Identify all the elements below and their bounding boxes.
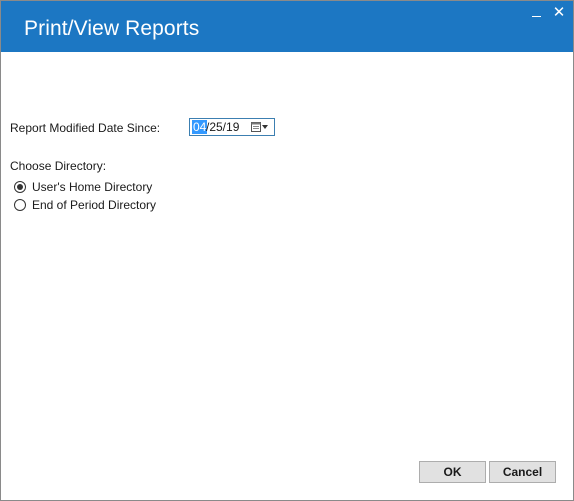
- window-title: Print/View Reports: [24, 17, 200, 40]
- cancel-button[interactable]: Cancel: [489, 461, 556, 483]
- report-modified-date-picker[interactable]: 04 /25/19: [189, 118, 275, 136]
- radio-button-unchecked[interactable]: [14, 199, 26, 211]
- calendar-icon: [251, 122, 261, 132]
- calendar-dropdown-button[interactable]: [250, 120, 272, 134]
- radio-button-checked[interactable]: [14, 181, 26, 193]
- radio-label[interactable]: End of Period Directory: [32, 198, 156, 212]
- minimize-button[interactable]: [527, 6, 547, 24]
- title-bar[interactable]: Print/View Reports ✕: [1, 1, 573, 52]
- chevron-down-icon: [262, 125, 268, 129]
- choose-directory-label: Choose Directory:: [10, 159, 107, 173]
- print-view-reports-dialog: Print/View Reports ✕ Report Modified Dat…: [0, 0, 574, 501]
- date-day-year-segment[interactable]: /25/19: [206, 120, 239, 134]
- radio-label[interactable]: User's Home Directory: [32, 180, 152, 194]
- report-modified-date-label: Report Modified Date Since:: [10, 121, 161, 135]
- close-button[interactable]: ✕: [549, 5, 569, 23]
- ok-button[interactable]: OK: [419, 461, 486, 483]
